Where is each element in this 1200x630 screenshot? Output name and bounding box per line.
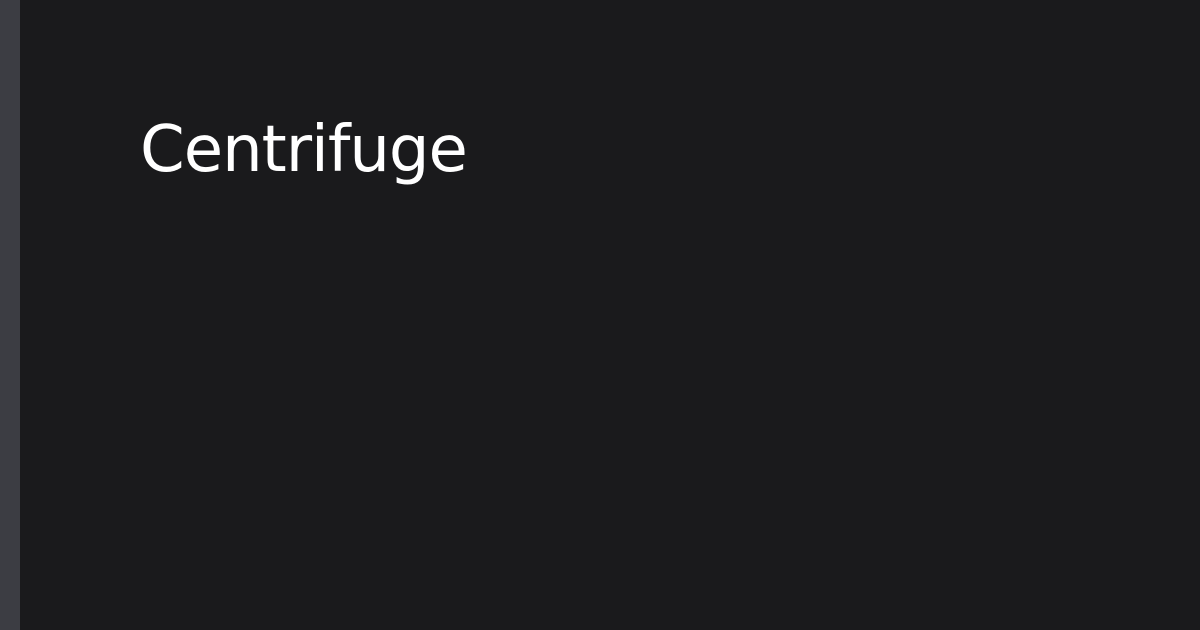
page-title: Centrifuge	[140, 113, 468, 187]
preview-card: Centrifuge	[0, 0, 1200, 630]
card-content: Centrifuge	[20, 0, 1200, 630]
left-accent-bar	[0, 0, 20, 630]
